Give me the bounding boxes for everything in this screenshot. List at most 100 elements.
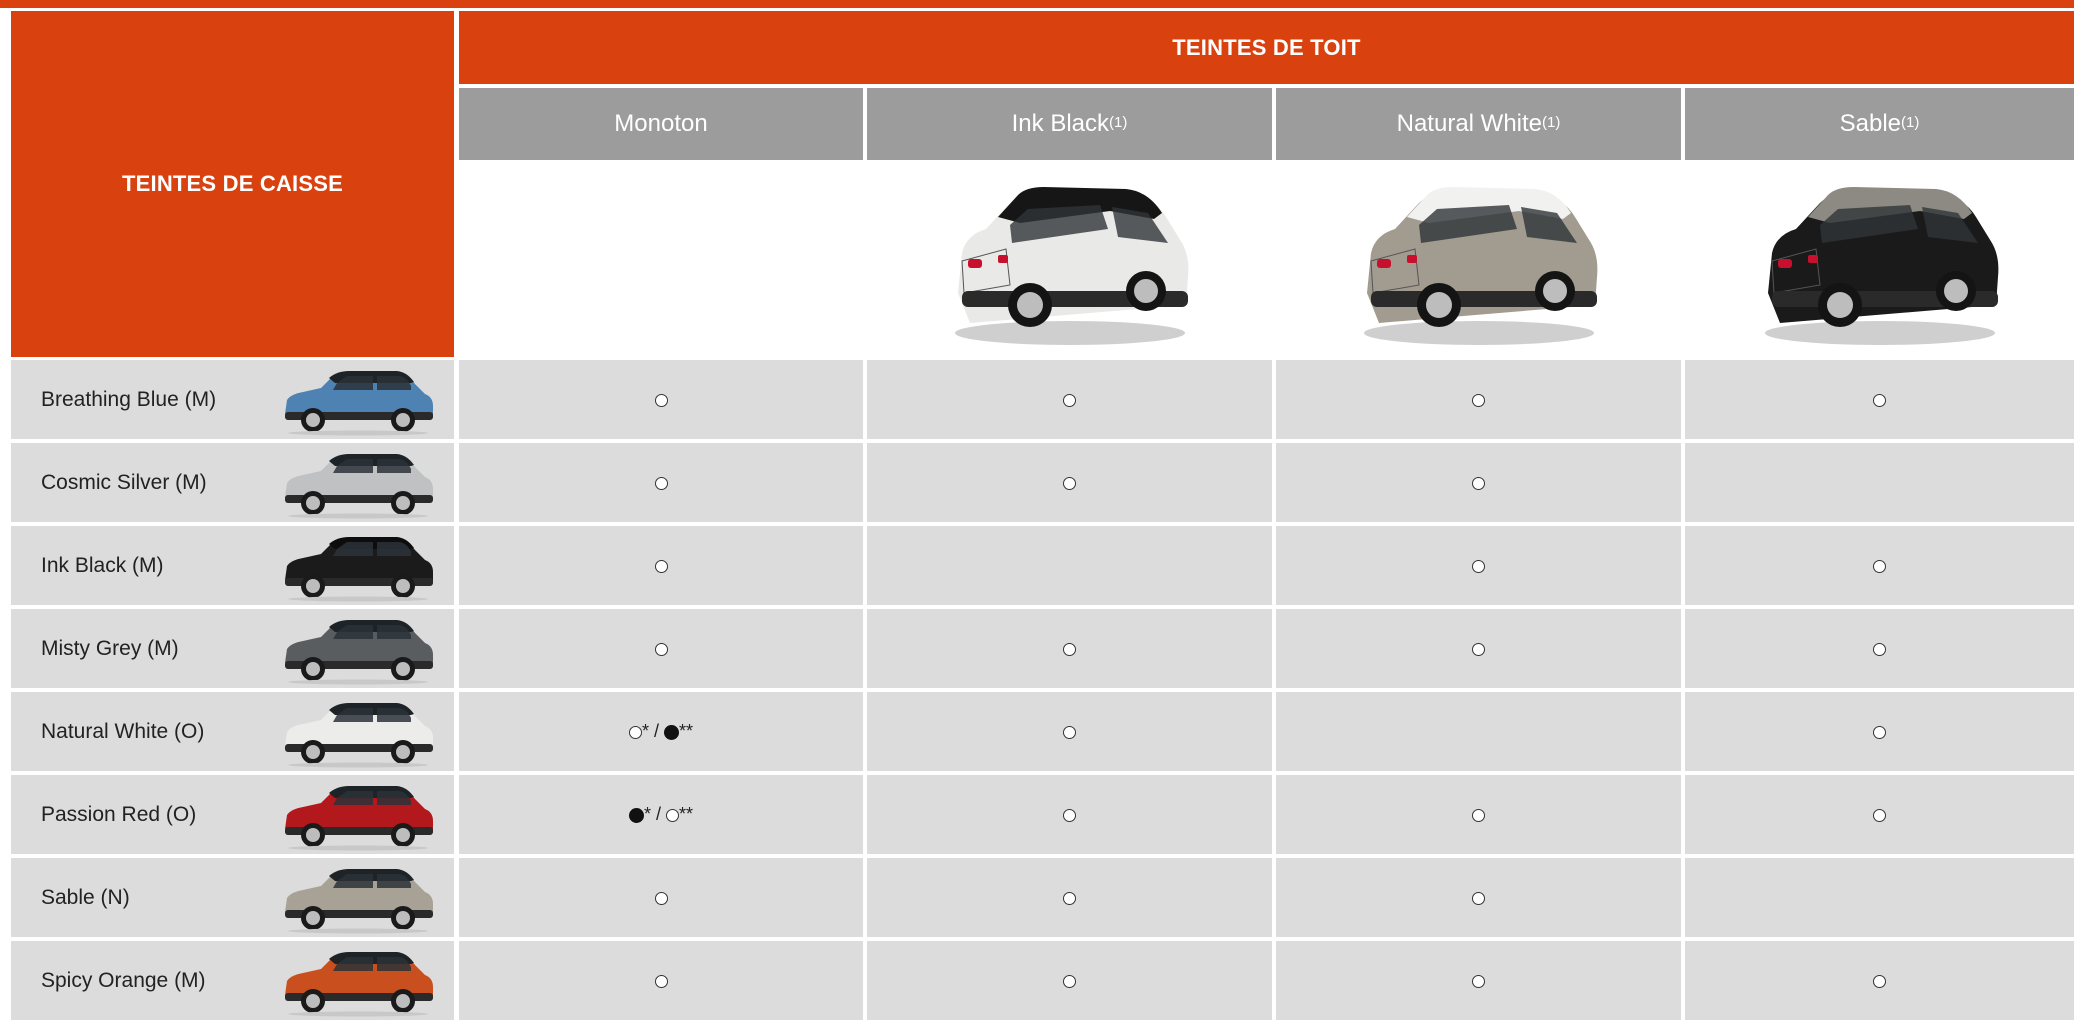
availability-mark: [1063, 389, 1076, 410]
car-thumbnail-icon: [285, 868, 433, 933]
circle-open-icon: [1472, 642, 1485, 656]
circle-open-icon: [1063, 974, 1076, 988]
circle-open-icon: [654, 891, 668, 905]
availability-mark: * / **: [628, 721, 693, 742]
roof-colors-header: TEINTES DE TOIT: [459, 11, 2074, 84]
body-color-name: Spicy Orange (M): [11, 941, 262, 1020]
body-color-name: Ink Black (M): [11, 526, 262, 605]
body-color-name: Cosmic Silver (M): [11, 443, 262, 522]
car-thumbnail-icon: [285, 536, 433, 601]
availability-cell: [867, 941, 1272, 1020]
availability-cell: [1276, 609, 1681, 688]
circle-filled-icon: [664, 724, 679, 740]
body-color-thumbnail: [262, 858, 454, 937]
availability-cell: [1685, 775, 2074, 854]
circle-open-icon: [666, 808, 679, 822]
availability-cell: [459, 941, 863, 1020]
availability-mark: [1873, 970, 1886, 991]
availability-mark: [1873, 804, 1886, 825]
body-color-thumbnail: [262, 609, 454, 688]
circle-open-icon: [654, 393, 668, 407]
body-color-thumbnail: [262, 775, 454, 854]
availability-cell: [1276, 443, 1681, 522]
availability-cell: [867, 775, 1272, 854]
circle-open-icon: [1063, 808, 1076, 822]
roof-column-header: Natural White (1): [1276, 88, 1681, 160]
body-color-thumbnail: [262, 941, 454, 1020]
availability-mark: [1063, 970, 1076, 991]
availability-mark: [1472, 887, 1485, 908]
car-thumbnail-icon: [285, 702, 433, 767]
circle-open-icon: [1873, 393, 1886, 407]
roof-column-label: Ink Black: [1011, 110, 1110, 137]
circle-open-icon: [1873, 559, 1886, 573]
circle-open-icon: [1472, 891, 1485, 905]
availability-mark: [1063, 472, 1076, 493]
circle-open-icon: [1063, 393, 1076, 407]
availability-cell: [1685, 941, 2074, 1020]
availability-cell: [1276, 941, 1681, 1020]
footnote-marker: (1): [1542, 113, 1561, 131]
availability-cell: [459, 526, 863, 605]
availability-cell: [1685, 443, 2074, 522]
circle-open-icon: [1063, 642, 1076, 656]
availability-mark: [1063, 721, 1076, 742]
roof-column-label: Natural White: [1396, 110, 1543, 137]
availability-cell: [867, 858, 1272, 937]
body-color-thumbnail: [262, 443, 454, 522]
circle-open-icon: [1472, 974, 1485, 988]
availability-mark: [1472, 555, 1485, 576]
circle-open-icon: [1472, 559, 1485, 573]
availability-mark: [654, 389, 668, 410]
body-colors-header: TEINTES DE CAISSE: [11, 11, 454, 357]
roof-preview-image: [867, 164, 1272, 357]
availability-mark: [1873, 721, 1886, 742]
circle-filled-icon: [628, 807, 644, 823]
circle-open-icon: [1873, 642, 1886, 656]
availability-cell: [1685, 692, 2074, 771]
car-roof-preview-icon: [1363, 187, 1597, 345]
availability-mark: [1472, 638, 1485, 659]
roof-column-header: Monoton: [459, 88, 863, 160]
availability-cell: [459, 360, 863, 439]
availability-mark: [654, 970, 668, 991]
circle-open-icon: [1472, 476, 1485, 490]
car-roof-preview-icon: [954, 187, 1188, 345]
availability-cell: [459, 609, 863, 688]
availability-cell: [459, 858, 863, 937]
car-thumbnail-icon: [285, 785, 433, 850]
top-accent-bar: [0, 0, 2074, 8]
circle-open-icon: [1873, 974, 1886, 988]
circle-open-icon: [1873, 725, 1886, 739]
circle-open-icon: [1873, 808, 1886, 822]
circle-open-icon: [654, 642, 668, 656]
footnote-marker: (1): [1901, 113, 1920, 131]
availability-mark: [1063, 804, 1076, 825]
circle-open-icon: [1063, 476, 1076, 490]
body-color-thumbnail: [262, 526, 454, 605]
availability-cell: [1276, 775, 1681, 854]
availability-mark: [654, 555, 668, 576]
body-color-name: Breathing Blue (M): [11, 360, 262, 439]
circle-open-icon: [1063, 725, 1076, 739]
availability-mark: [1472, 472, 1485, 493]
availability-mark: [1472, 804, 1485, 825]
availability-mark: [1063, 638, 1076, 659]
circle-open-icon: [1472, 393, 1485, 407]
body-color-name: Natural White (O): [11, 692, 262, 771]
body-color-thumbnail: [262, 360, 454, 439]
car-roof-preview-icon: [1764, 187, 1998, 345]
availability-mark: [1472, 389, 1485, 410]
car-thumbnail-icon: [285, 619, 433, 684]
availability-cell: [1276, 858, 1681, 937]
availability-cell: [867, 360, 1272, 439]
roof-preview-image: [459, 164, 863, 357]
footnote-marker: (1): [1109, 113, 1128, 131]
roof-column-label: Monoton: [614, 110, 708, 137]
availability-cell: [867, 609, 1272, 688]
circle-open-icon: [654, 559, 668, 573]
car-thumbnail-icon: [285, 951, 433, 1016]
roof-preview-image: [1276, 164, 1681, 357]
body-color-name: Passion Red (O): [11, 775, 262, 854]
availability-mark: [1873, 389, 1886, 410]
